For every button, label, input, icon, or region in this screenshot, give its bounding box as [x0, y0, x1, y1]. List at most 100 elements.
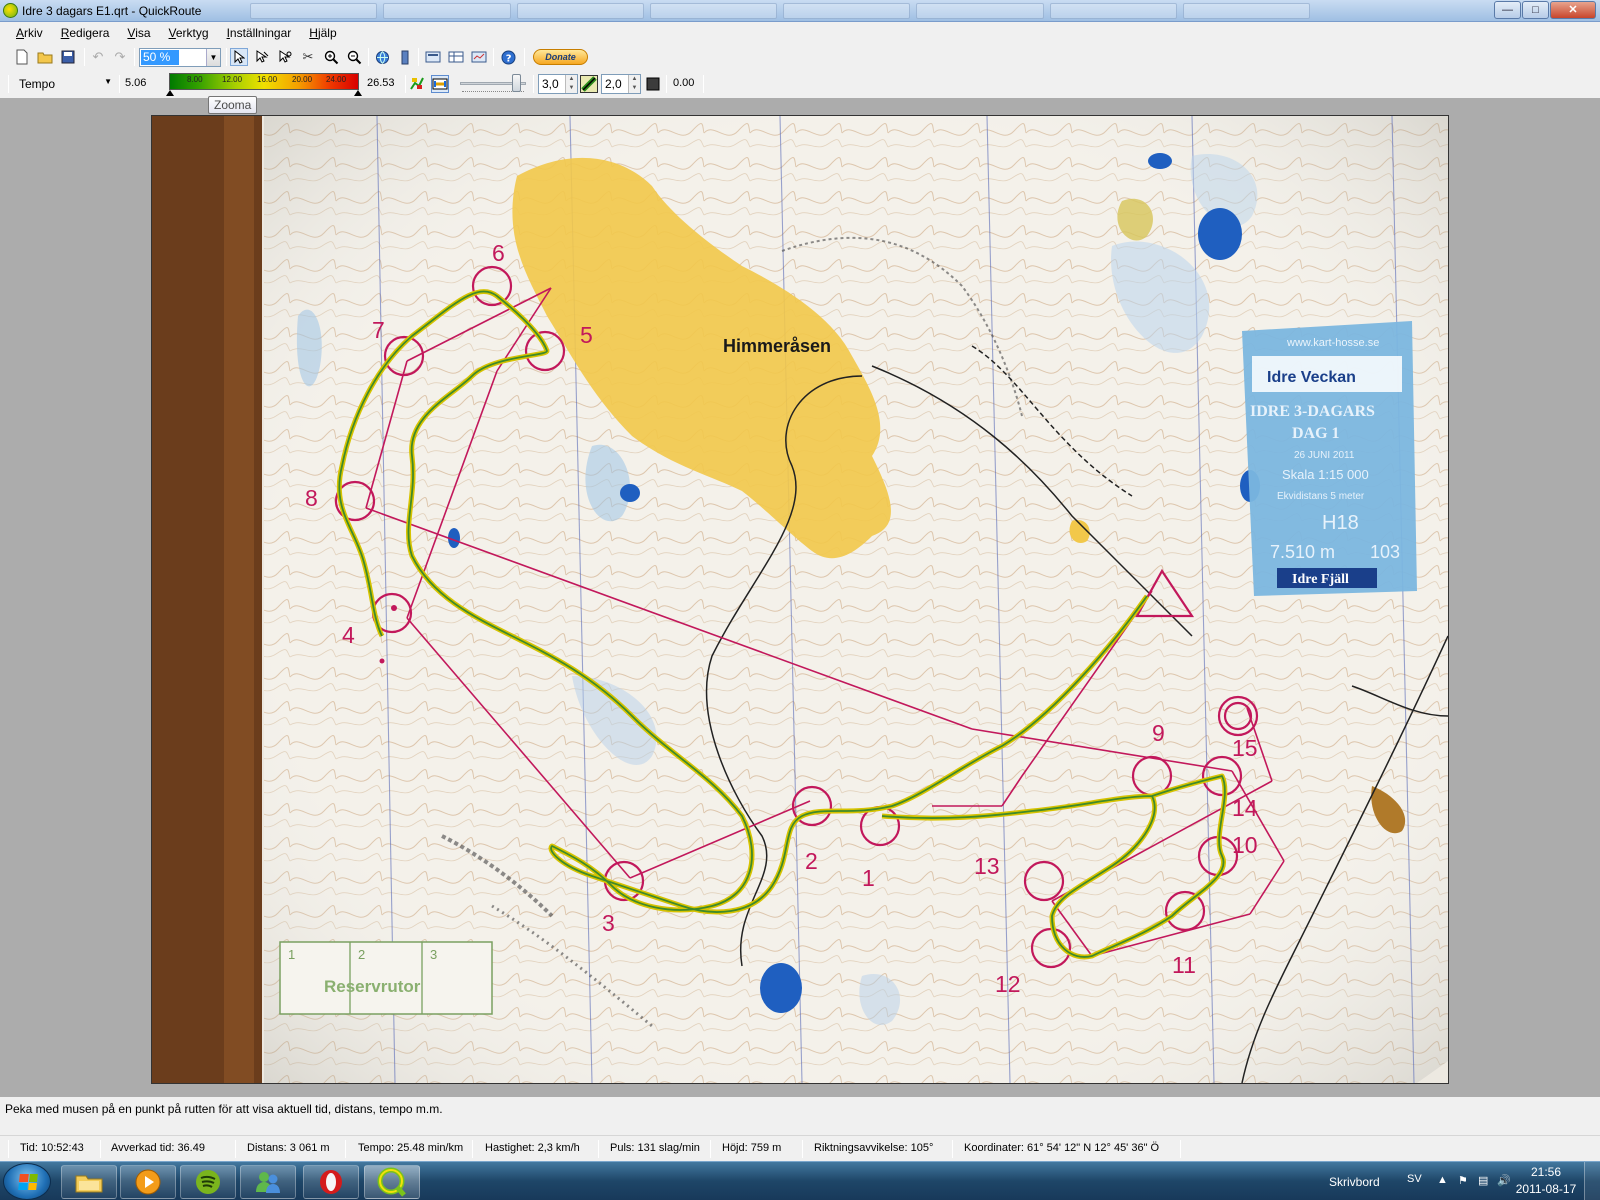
help-icon[interactable]: ?: [499, 48, 517, 66]
control-number: 11: [1172, 952, 1196, 978]
map-canvas-area[interactable]: Himmeråsen 1 2 3 4 5 6 7 8 9 10 11 12 13…: [0, 98, 1600, 1097]
instruction-hint: Peka med musen på en punkt på rutten för…: [0, 1097, 1600, 1125]
vertical-bar-icon[interactable]: [396, 48, 414, 66]
spotify-icon[interactable]: [180, 1165, 236, 1199]
stepper-arrows-icon[interactable]: ▲ ▼: [565, 75, 577, 93]
status-elapsed: Avverkad tid: 36.49: [111, 1142, 205, 1154]
clock-date[interactable]: 2011-08-17: [1512, 1182, 1580, 1196]
info-class: H18: [1322, 512, 1359, 534]
transparency-slider-thumb[interactable]: [512, 74, 522, 92]
zoom-to-fit-icon[interactable]: [276, 48, 294, 66]
color-gradient-bar[interactable]: 8.00 12.00 16.00 20.00 24.00: [169, 73, 359, 90]
globe-icon[interactable]: [373, 48, 391, 66]
svg-text:?: ?: [505, 53, 511, 64]
status-direction-deviation: Riktningsavvikelse: 105°: [814, 1142, 934, 1154]
view-icon[interactable]: [447, 48, 465, 66]
route-start-marker[interactable]: [391, 605, 397, 611]
title-bar: Idre 3 dagars E1.qrt - QuickRoute — □ ✕: [0, 0, 1600, 22]
windows-taskbar: Skrivbord SV ▲ ⚑ ▤ 🔊 21:56 2011-08-17: [0, 1161, 1600, 1200]
status-speed: Hastighet: 2,3 km/h: [485, 1142, 580, 1154]
route-color-icon[interactable]: [408, 75, 426, 93]
zoom-value: 50 %: [141, 50, 179, 65]
zoom-in-icon[interactable]: [322, 48, 340, 66]
undo-icon[interactable]: ↶: [89, 48, 107, 66]
chevron-down-icon[interactable]: ▼: [206, 49, 220, 66]
menu-redigera[interactable]: Redigera: [55, 22, 116, 44]
tail-value[interactable]: 0.00: [673, 77, 694, 89]
minimize-button[interactable]: —: [1494, 1, 1521, 19]
show-desktop-button[interactable]: [1584, 1162, 1600, 1200]
status-bar: Tid: 10:52:43 Avverkad tid: 36.49 Distan…: [0, 1135, 1600, 1161]
menu-hjalp[interactable]: Hjälp: [303, 22, 342, 44]
mask-width-value: 2,0: [605, 77, 622, 91]
gradient-max-marker[interactable]: [354, 90, 362, 96]
color-coding-select[interactable]: Tempo ▼: [16, 74, 116, 94]
mask-width-icon[interactable]: [580, 75, 598, 93]
route-width-stepper[interactable]: 3,0 ▲ ▼: [538, 74, 578, 94]
media-player-icon[interactable]: [120, 1165, 176, 1199]
orienteering-map[interactable]: Himmeråsen 1 2 3 4 5 6 7 8 9 10 11 12 13…: [151, 115, 1449, 1084]
info-day: DAG 1: [1292, 425, 1340, 442]
status-pace: Tempo: 25.48 min/km: [358, 1142, 464, 1154]
menu-verktyg[interactable]: Verktyg: [163, 22, 215, 44]
mask-width-stepper[interactable]: 2,0 ▲ ▼: [601, 74, 641, 94]
main-toolbar: ↶ ↷ 50 % ▼ ✂ ? Donate: [0, 44, 1600, 71]
cut-route-icon[interactable]: ✂: [299, 48, 317, 66]
chevron-down-icon[interactable]: ▼: [104, 77, 112, 86]
gradient-min-marker[interactable]: [166, 90, 174, 96]
menu-installningar[interactable]: Inställningar: [221, 22, 298, 44]
control-number: 1: [862, 865, 875, 891]
info-contour: Ekvidistans 5 meter: [1277, 491, 1365, 502]
quickroute-icon[interactable]: [364, 1165, 420, 1199]
desktop-toolbar-label[interactable]: Skrivbord: [1329, 1175, 1380, 1189]
maximize-button[interactable]: □: [1522, 1, 1549, 19]
route-mask-icon[interactable]: [431, 75, 449, 93]
route-end-marker[interactable]: [379, 658, 385, 664]
laps-icon[interactable]: [424, 48, 442, 66]
reserve-number: 3: [430, 947, 437, 962]
clock-time[interactable]: 21:56: [1518, 1165, 1574, 1179]
messenger-icon[interactable]: [240, 1165, 296, 1199]
info-event: IDRE 3-DAGARS: [1250, 403, 1375, 420]
language-indicator[interactable]: SV: [1407, 1173, 1422, 1185]
map-info-box: www.kart-hosse.se Idre Veckan IDRE 3-DAG…: [1242, 321, 1417, 596]
menu-visa[interactable]: Visa: [121, 22, 156, 44]
map-paper: [264, 116, 1448, 1083]
export-icon[interactable]: [470, 48, 488, 66]
zoom-tooltip: Zooma: [208, 96, 258, 114]
zoom-out-icon[interactable]: [345, 48, 363, 66]
stepper-arrows-icon[interactable]: ▲ ▼: [628, 75, 640, 93]
control-number: 9: [1152, 720, 1165, 746]
adjust-route-icon[interactable]: [253, 48, 271, 66]
redo-icon[interactable]: ↷: [111, 48, 129, 66]
control-number: 10: [1232, 832, 1258, 858]
tray-expand-icon[interactable]: ▲: [1437, 1174, 1448, 1186]
reserve-number: 2: [358, 947, 365, 962]
zoom-select[interactable]: 50 % ▼: [139, 48, 221, 67]
volume-icon[interactable]: 🔊: [1497, 1174, 1511, 1187]
action-center-flag-icon[interactable]: ⚑: [1458, 1174, 1468, 1187]
control-number: 5: [580, 322, 593, 348]
open-folder-icon[interactable]: [36, 48, 54, 66]
network-icon[interactable]: ▤: [1478, 1174, 1488, 1187]
close-button[interactable]: ✕: [1550, 1, 1596, 19]
new-file-icon[interactable]: [13, 48, 31, 66]
mask-color-icon[interactable]: [644, 75, 662, 93]
file-explorer-icon[interactable]: [61, 1165, 117, 1199]
reserve-box: 1 2 3 Reservrutor: [279, 941, 493, 1015]
opera-icon[interactable]: [303, 1165, 359, 1199]
range-max-value[interactable]: 26.53: [367, 77, 395, 89]
gradient-tick: 8.00: [187, 75, 203, 84]
range-min-value[interactable]: 5.06: [125, 77, 146, 89]
control-number: 8: [305, 485, 318, 511]
pointer-icon[interactable]: [230, 48, 248, 66]
quickroute-app-icon[interactable]: [3, 3, 18, 18]
donate-button[interactable]: Donate: [533, 49, 588, 65]
gradient-tick: 12.00: [222, 75, 243, 84]
start-button[interactable]: [3, 1163, 51, 1200]
gradient-tick: 16.00: [257, 75, 278, 84]
menu-arkiv[interactable]: Arkiv: [10, 22, 49, 44]
background-window-tabs: [250, 3, 1310, 19]
save-icon[interactable]: [59, 48, 77, 66]
info-climb: 103: [1370, 542, 1400, 562]
